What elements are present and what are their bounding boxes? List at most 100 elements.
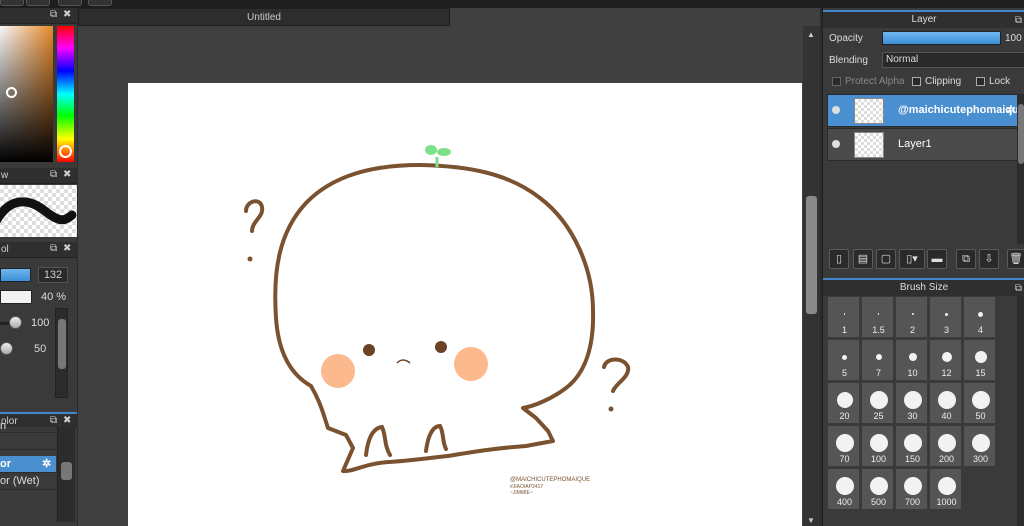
brush-size-dot (869, 434, 888, 452)
slider-knob[interactable] (0, 342, 13, 355)
list-item[interactable]: or (Wet) (0, 473, 56, 490)
brush-size-label: 4 (977, 325, 983, 335)
close-icon[interactable]: ✖ (63, 9, 71, 20)
opacity-label: Opacity (829, 33, 863, 44)
brush-size-option[interactable]: 200 (929, 425, 962, 467)
watermark-line1: @MAICHICUTEPHOMAIQUE (510, 477, 590, 483)
toolbar-button[interactable] (88, 0, 112, 6)
brush-size-option[interactable]: 70 (827, 425, 860, 467)
brush-size-option[interactable]: 25 (861, 382, 894, 424)
brush-size-dot (937, 391, 956, 409)
close-icon[interactable]: ✖ (63, 243, 71, 254)
brush-size-option[interactable]: 4 (963, 296, 996, 338)
brush-size-option[interactable]: 10 (895, 339, 928, 381)
density-bar[interactable] (0, 290, 32, 304)
close-icon[interactable]: ✖ (63, 415, 71, 426)
slider1-value: 100 (31, 317, 50, 329)
color-picker-handle[interactable] (6, 87, 17, 98)
protect-alpha-label: Protect Alpha (845, 76, 905, 87)
popout-icon[interactable]: ⧉ (1015, 13, 1022, 28)
popout-icon[interactable]: ⧉ (50, 243, 57, 254)
slider-knob[interactable] (9, 316, 22, 329)
new-layer-icon[interactable]: ▯ (829, 249, 849, 269)
new-halftone-layer-icon[interactable]: ▤ (853, 249, 873, 269)
canvas-workarea: Untitled @MAICHICUTEPHOMAIQUE #JIAOIAP24… (78, 8, 820, 526)
document-tab[interactable]: Untitled (78, 8, 450, 26)
brush-size-dot (836, 392, 853, 408)
brush-size-label: 50 (975, 411, 986, 421)
popout-icon[interactable]: ⧉ (1015, 281, 1022, 296)
close-icon[interactable]: ✖ (63, 169, 71, 180)
brush-size-option[interactable]: 12 (929, 339, 962, 381)
clipping-label: Clipping (925, 76, 962, 87)
tool-panel-scrollbar[interactable] (55, 308, 68, 398)
lock-checkbox[interactable] (976, 77, 985, 86)
brush-size-option[interactable]: 7 (861, 339, 894, 381)
brush-size-option[interactable]: 500 (861, 468, 894, 510)
eye-left (363, 344, 375, 356)
toolbar-button[interactable] (26, 0, 50, 6)
add-layer-dropdown-icon[interactable]: ▯▾ (899, 249, 925, 269)
brush-size-option[interactable]: 300 (963, 425, 996, 467)
hue-picker-handle[interactable] (59, 145, 72, 158)
brush-size-option[interactable]: 150 (895, 425, 928, 467)
brush-size-scrollbar[interactable] (1017, 296, 1024, 526)
brush-size-label: 20 (839, 411, 850, 421)
list-item[interactable]: n (0, 421, 56, 433)
visibility-icon[interactable] (832, 106, 840, 114)
eye-right (435, 341, 447, 353)
folder-icon[interactable]: ▬ (927, 249, 947, 269)
gear-icon[interactable]: ✲ (42, 456, 51, 473)
brush-size-option[interactable]: 100 (861, 425, 894, 467)
clipping-checkbox[interactable] (912, 77, 921, 86)
brush-size-option[interactable]: 3 (929, 296, 962, 338)
brush-size-label: 1 (841, 325, 847, 335)
brush-size-option[interactable]: 700 (895, 468, 928, 510)
brush-size-bar[interactable] (0, 268, 31, 282)
brush-size-option[interactable]: 50 (963, 382, 996, 424)
brush-size-dot (941, 352, 952, 362)
brush-size-option[interactable]: 20 (827, 382, 860, 424)
brush-size-dot (903, 434, 922, 452)
brush-size-label: 1000 (936, 497, 957, 507)
opacity-slider[interactable] (882, 31, 1001, 45)
blend-list-scrollbar[interactable] (57, 427, 75, 522)
scroll-down-icon[interactable]: ▼ (807, 516, 815, 525)
blending-select[interactable]: Normal (882, 52, 1024, 68)
brush-size-option[interactable]: 40 (929, 382, 962, 424)
brush-size-option[interactable]: 1 (827, 296, 860, 338)
scroll-thumb[interactable] (806, 196, 817, 314)
toolbar-button[interactable] (58, 0, 82, 6)
brush-size-value[interactable]: 132 (38, 267, 68, 283)
brush-size-label: 150 (904, 454, 921, 464)
drawing-canvas[interactable]: @MAICHICUTEPHOMAIQUE #JIAOIAP2417 ~JIMMI… (128, 83, 802, 526)
list-item-selected[interactable]: or ✲ (0, 456, 56, 473)
brush-size-label: 3 (943, 325, 949, 335)
duplicate-layer-icon[interactable]: ⧉ (956, 249, 976, 269)
brush-size-option[interactable]: 1.5 (861, 296, 894, 338)
protect-alpha-checkbox[interactable] (832, 77, 841, 86)
trash-icon[interactable]: 🗑 (1007, 249, 1024, 269)
scroll-up-icon[interactable]: ▲ (807, 30, 815, 39)
brush-size-option[interactable]: 15 (963, 339, 996, 381)
merge-layer-icon[interactable]: ⇩ (979, 249, 999, 269)
brush-size-option[interactable]: 30 (895, 382, 928, 424)
brush-size-option[interactable]: 2 (895, 296, 928, 338)
new-layer-1bit-icon[interactable]: ▢ (876, 249, 896, 269)
brush-size-option[interactable]: 5 (827, 339, 860, 381)
layer-row-selected[interactable]: @maichicutephomaique ✲ (827, 94, 1024, 127)
brush-size-label: 1.5 (872, 325, 885, 335)
gear-icon[interactable]: ✲ (1006, 103, 1016, 117)
popout-icon[interactable]: ⧉ (50, 169, 57, 180)
layer-list-scrollbar[interactable] (1017, 94, 1024, 244)
toolbar-button[interactable] (0, 0, 24, 6)
hue-slider[interactable] (57, 26, 74, 162)
layer-row[interactable]: Layer1 (827, 128, 1019, 161)
canvas-scrollbar[interactable]: ▲ ▼ (803, 26, 820, 526)
visibility-icon[interactable] (832, 140, 840, 148)
brush-size-option[interactable]: 1000 (929, 468, 962, 510)
brush-size-dot (835, 434, 854, 452)
brush-size-option[interactable]: 400 (827, 468, 860, 510)
tool-panel-header: ol ⧉ ✖ (0, 242, 77, 258)
popout-icon[interactable]: ⧉ (50, 9, 57, 20)
